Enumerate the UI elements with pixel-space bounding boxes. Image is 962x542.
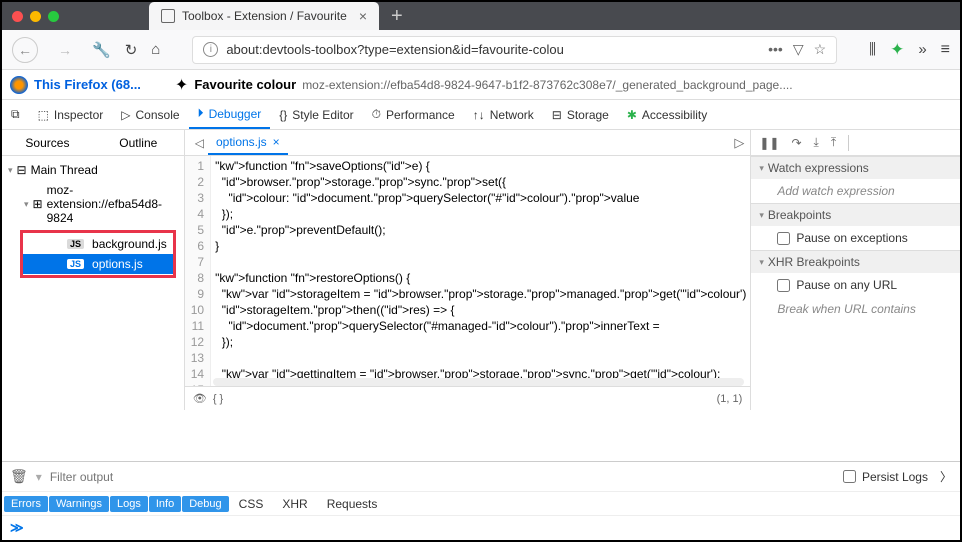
scope-icon[interactable]: { }: [213, 393, 223, 405]
highlight-box: JSbackground.js JSoptions.js: [20, 230, 176, 278]
reload-icon[interactable]: ↻: [125, 41, 138, 59]
xhr-pane-header[interactable]: XHR Breakpoints: [751, 250, 960, 273]
firefox-label[interactable]: This Firefox (68...: [34, 77, 141, 92]
filter-debug[interactable]: Debug: [182, 496, 228, 512]
traffic-lights: [12, 11, 59, 22]
filter-input[interactable]: [50, 470, 210, 484]
clear-console-icon[interactable]: 🗑: [10, 468, 28, 485]
close-window-icon[interactable]: [12, 11, 23, 22]
prev-file-icon[interactable]: ◁: [191, 136, 208, 150]
sources-tab[interactable]: Sources: [2, 130, 93, 155]
watch-placeholder[interactable]: Add watch expression: [777, 184, 894, 198]
url-bar[interactable]: i about:devtools-toolbox?type=extension&…: [192, 36, 837, 64]
filter-css[interactable]: CSS: [230, 495, 273, 513]
extension-bar: This Firefox (68... ✦ Favourite colour m…: [2, 70, 960, 100]
xhr-placeholder[interactable]: Break when URL contains: [777, 302, 916, 316]
outline-tab[interactable]: Outline: [93, 130, 184, 155]
new-tab-button[interactable]: +: [391, 5, 403, 28]
back-button[interactable]: ←: [12, 37, 38, 63]
breakpoints-pane-header[interactable]: Breakpoints: [751, 203, 960, 226]
firefox-icon: [10, 76, 28, 94]
source-tree: ⊟ Main Thread ⊞ moz-extension://efba54d8…: [2, 156, 184, 284]
more-icon[interactable]: •••: [768, 41, 783, 58]
overflow-icon[interactable]: »: [918, 41, 926, 58]
extensions-icon[interactable]: ✦: [890, 40, 904, 60]
extension-name: Favourite colour: [194, 77, 296, 92]
next-file-icon[interactable]: ▷: [734, 135, 744, 151]
filter-requests[interactable]: Requests: [318, 495, 387, 513]
tree-extension[interactable]: ⊞ moz-extension://efba54d8-9824: [2, 180, 184, 228]
filter-xhr[interactable]: XHR: [273, 495, 316, 513]
code-panel: ◁ options.js× ▷ 123456789101112131415161…: [185, 130, 752, 410]
step-in-icon[interactable]: ⤓: [814, 135, 819, 150]
devtools-tabs: ⧉ ⬚ Inspector ▷ Console ⏵ Debugger {} St…: [2, 100, 960, 130]
close-file-icon[interactable]: ×: [273, 135, 280, 149]
filter-errors[interactable]: Errors: [4, 496, 48, 512]
console-filters: Errors Warnings Logs Info Debug CSS XHR …: [2, 492, 960, 516]
browser-tab[interactable]: Toolbox - Extension / Favourite ×: [149, 2, 379, 30]
cursor-position: (1, 1): [717, 393, 743, 405]
console-prompt-icon[interactable]: ≫: [10, 520, 24, 536]
horizontal-scrollbar[interactable]: [213, 378, 745, 386]
hamburger-icon[interactable]: ≡: [941, 41, 950, 59]
extension-url: moz-extension://efba54d8-9824-9647-b1f2-…: [302, 78, 792, 92]
nav-toolbar: ← → 🔧 ↻ ⌂ i about:devtools-toolbox?type=…: [2, 30, 960, 70]
url-text: about:devtools-toolbox?type=extension&id…: [226, 42, 768, 57]
tab-accessibility[interactable]: ✱ Accessibility: [618, 100, 716, 129]
sources-panel: Sources Outline ⊟ Main Thread ⊞ moz-exte…: [2, 130, 185, 410]
filter-warnings[interactable]: Warnings: [49, 496, 109, 512]
pause-exceptions-checkbox[interactable]: Pause on exceptions: [777, 231, 950, 245]
watch-toggle-icon[interactable]: 👁: [193, 392, 207, 405]
open-file-tab[interactable]: options.js×: [208, 130, 288, 155]
tree-main-thread[interactable]: ⊟ Main Thread: [2, 160, 184, 180]
line-gutter: 123456789101112131415161718: [185, 156, 211, 386]
window-titlebar: Toolbox - Extension / Favourite × +: [2, 2, 960, 30]
info-icon[interactable]: i: [203, 42, 218, 57]
puzzle-icon: ✦: [175, 75, 188, 95]
tab-style-editor[interactable]: {} Style Editor: [270, 100, 362, 129]
tab-performance[interactable]: ⏱ Performance: [363, 100, 464, 129]
console-drawer: 🗑 ▾ Persist Logs 〉 Errors Warnings Logs …: [2, 461, 960, 540]
persist-logs-checkbox[interactable]: Persist Logs: [843, 470, 928, 484]
filter-info[interactable]: Info: [149, 496, 181, 512]
library-icon[interactable]: ⫼: [869, 41, 876, 58]
maximize-window-icon[interactable]: [48, 11, 59, 22]
minimize-window-icon[interactable]: [30, 11, 41, 22]
code-editor[interactable]: 123456789101112131415161718 "kw">functio…: [185, 156, 751, 386]
wrench-icon[interactable]: 🔧: [92, 41, 111, 59]
pause-url-checkbox[interactable]: Pause on any URL: [777, 278, 950, 292]
watch-pane-header[interactable]: Watch expressions: [751, 156, 960, 179]
step-out-icon[interactable]: ⤒: [831, 135, 836, 150]
home-icon[interactable]: ⌂: [151, 41, 160, 58]
console-close-icon[interactable]: 〉: [940, 468, 952, 485]
tab-inspector[interactable]: ⬚ Inspector: [29, 100, 113, 129]
frame-select-icon[interactable]: ⧉: [2, 100, 29, 129]
code-body[interactable]: "kw">function "fn">saveOptions("id">e) {…: [211, 156, 750, 386]
close-tab-icon[interactable]: ×: [359, 8, 367, 24]
debugger-main: Sources Outline ⊟ Main Thread ⊞ moz-exte…: [2, 130, 960, 410]
tab-console[interactable]: ▷ Console: [112, 100, 188, 129]
tab-title: Toolbox - Extension / Favourite: [182, 9, 351, 23]
star-icon[interactable]: ☆: [814, 41, 827, 58]
pause-icon[interactable]: ❚❚: [759, 136, 779, 150]
tree-file-options[interactable]: JSoptions.js: [23, 254, 173, 274]
tab-network[interactable]: ↑↓ Network: [464, 100, 543, 129]
step-over-icon[interactable]: ↷: [791, 136, 801, 150]
tab-storage[interactable]: ⊟ Storage: [543, 100, 618, 129]
tab-favicon: [161, 9, 175, 23]
debugger-side-panel: ❚❚ ↷ ⤓ ⤒ Watch expressions Add watch exp…: [751, 130, 960, 410]
tab-debugger[interactable]: ⏵ Debugger: [189, 100, 271, 129]
reader-icon[interactable]: ▽: [793, 41, 804, 58]
forward-button: →: [52, 37, 78, 63]
filter-logs[interactable]: Logs: [110, 496, 148, 512]
tree-file-background[interactable]: JSbackground.js: [23, 234, 173, 254]
